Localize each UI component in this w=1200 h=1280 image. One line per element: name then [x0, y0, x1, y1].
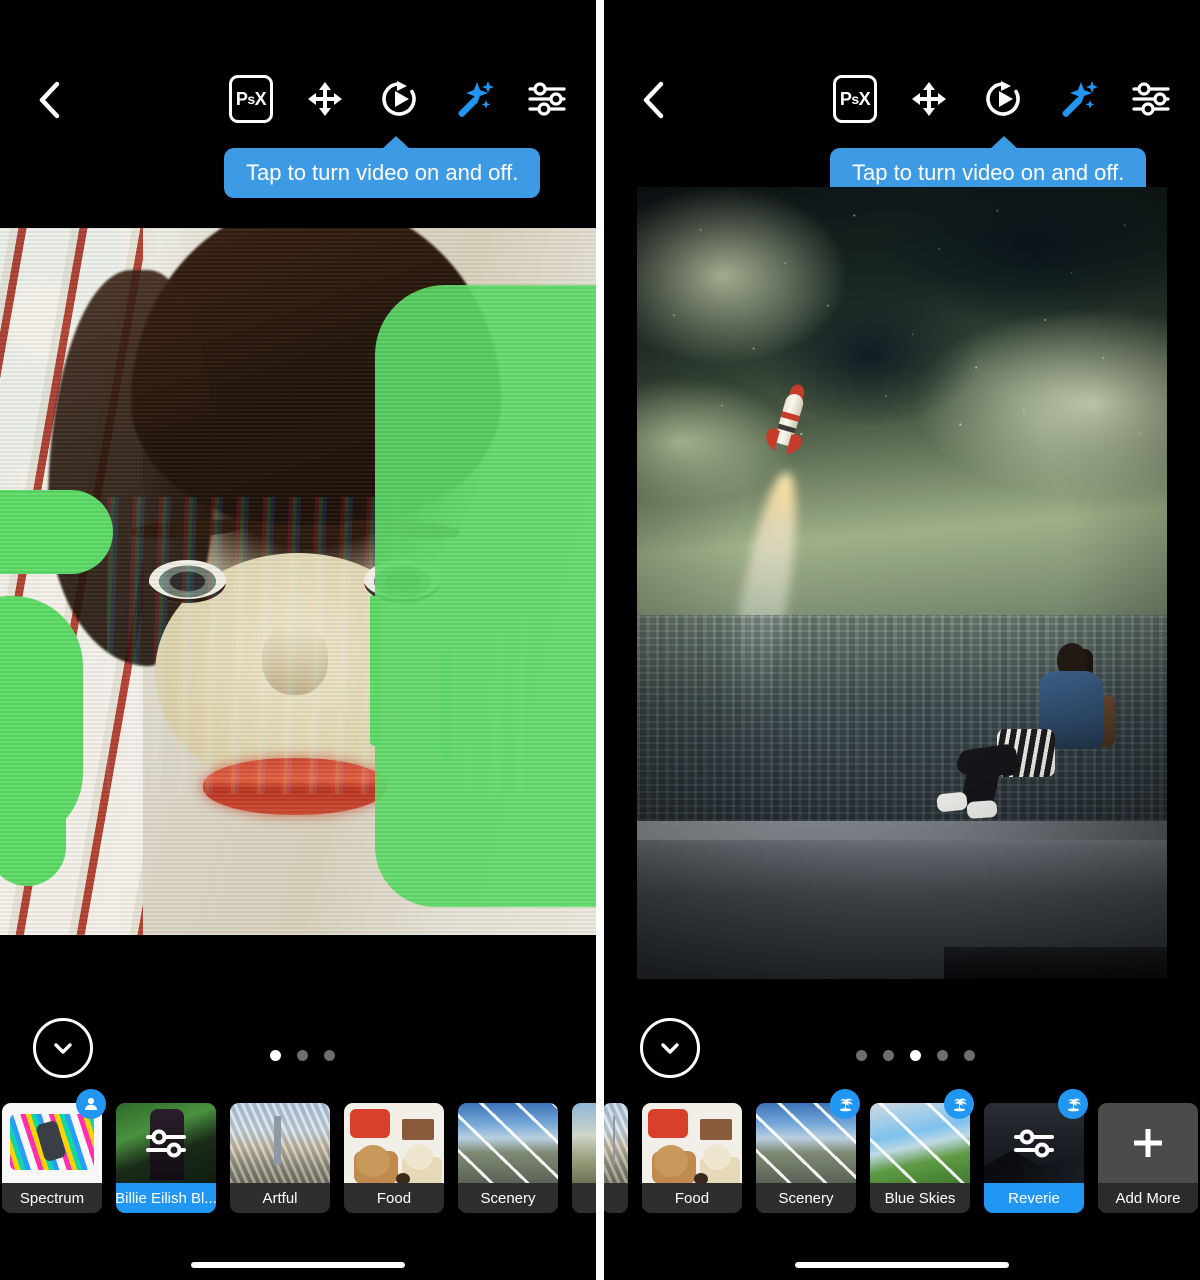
- pagination-dot[interactable]: [964, 1050, 975, 1061]
- look-label: Food: [344, 1183, 444, 1213]
- look-label: Scenery: [458, 1183, 558, 1213]
- collapse-panel-button[interactable]: [640, 1018, 700, 1078]
- rocket-skyline-artwork: [637, 187, 1167, 979]
- scanline-overlay: [0, 228, 596, 935]
- look-label: [604, 1183, 628, 1213]
- chevron-down-icon: [54, 1043, 72, 1054]
- look-preview-image: [604, 1103, 628, 1183]
- add-more-button[interactable]: Add More: [1098, 1089, 1198, 1213]
- tooltip-text: Tap to turn video on and off.: [852, 160, 1125, 185]
- vignette-overlay: [637, 187, 1167, 979]
- home-indicator: [795, 1262, 1009, 1268]
- looks-thumbnail-strip[interactable]: Spectrum Billie Eilish Bl... Artful Food…: [0, 1089, 596, 1219]
- look-thumbnail[interactable]: Artful: [230, 1089, 330, 1213]
- psx-logo-icon[interactable]: PsX: [228, 75, 274, 123]
- panel-divider: [596, 0, 604, 1280]
- palm-tree-icon: [944, 1089, 974, 1119]
- tooltip-text: Tap to turn video on and off.: [246, 160, 519, 185]
- plus-icon: [1098, 1103, 1198, 1183]
- pagination-dot[interactable]: [324, 1050, 335, 1061]
- look-thumbnail-partial[interactable]: [572, 1089, 596, 1213]
- screenshot-stage: PsX Tap to turn video on and off. Spectr…: [0, 0, 1200, 1280]
- look-thumbnail[interactable]: Scenery: [458, 1089, 558, 1213]
- adjust-sliders-icon[interactable]: [524, 76, 570, 122]
- look-label: Food: [642, 1183, 742, 1213]
- look-preview-image: [572, 1103, 596, 1183]
- collapse-panel-button[interactable]: [33, 1018, 93, 1078]
- pagination-dot[interactable]: [270, 1050, 281, 1061]
- looks-thumbnail-strip[interactable]: Food Scenery Blue Skies Reverie Add More: [604, 1089, 1200, 1219]
- look-label: Add More: [1098, 1183, 1198, 1213]
- look-thumbnail[interactable]: Reverie: [984, 1089, 1088, 1213]
- chevron-left-icon: [39, 81, 60, 119]
- pagination-dot[interactable]: [856, 1050, 867, 1061]
- look-thumbnail[interactable]: Food: [642, 1089, 742, 1213]
- phone-screenshot-right: PsX Tap to turn video on and off. Food S…: [604, 0, 1200, 1280]
- chevron-down-icon: [661, 1043, 679, 1054]
- toolbar-icon-row: PsX: [832, 75, 1174, 123]
- pagination-dot[interactable]: [910, 1050, 921, 1061]
- look-label: Scenery: [756, 1183, 856, 1213]
- look-preview-image: [642, 1103, 742, 1183]
- tooltip-arrow: [990, 136, 1018, 149]
- toolbar-icon-row: PsX: [228, 75, 570, 123]
- palm-tree-icon: [1058, 1089, 1088, 1119]
- move-icon[interactable]: [906, 76, 952, 122]
- pagination-dots[interactable]: [270, 1050, 335, 1061]
- look-label: Spectrum: [2, 1183, 102, 1213]
- look-preview-image: [230, 1103, 330, 1183]
- look-label: Billie Eilish Bl...: [116, 1183, 216, 1213]
- adjust-sliders-icon[interactable]: [1128, 76, 1174, 122]
- pagination-dots[interactable]: [856, 1050, 975, 1061]
- pagination-dot[interactable]: [937, 1050, 948, 1061]
- sliders-icon: [116, 1103, 216, 1183]
- person-icon: [76, 1089, 106, 1119]
- home-indicator: [191, 1262, 405, 1268]
- tooltip-arrow: [382, 136, 410, 149]
- look-thumbnail-partial[interactable]: [604, 1089, 628, 1213]
- look-label: Reverie: [984, 1183, 1084, 1213]
- video-tooltip: Tap to turn video on and off.: [224, 136, 541, 198]
- look-preview-image: [344, 1103, 444, 1183]
- look-preview-image: [458, 1103, 558, 1183]
- move-icon[interactable]: [302, 76, 348, 122]
- look-thumbnail[interactable]: Scenery: [756, 1089, 860, 1213]
- magic-wand-icon[interactable]: [450, 76, 496, 122]
- look-thumbnail[interactable]: Spectrum: [2, 1089, 106, 1213]
- video-toggle-icon[interactable]: [376, 76, 422, 122]
- image-canvas-left[interactable]: [0, 228, 596, 935]
- phone-screenshot-left: PsX Tap to turn video on and off. Spectr…: [0, 0, 596, 1280]
- back-button[interactable]: [632, 78, 676, 122]
- back-button[interactable]: [28, 78, 72, 122]
- look-thumbnail[interactable]: Blue Skies: [870, 1089, 974, 1213]
- look-thumbnail[interactable]: Food: [344, 1089, 444, 1213]
- portrait-artwork: [0, 228, 596, 935]
- look-label: Artful: [230, 1183, 330, 1213]
- psx-logo-icon[interactable]: PsX: [832, 75, 878, 123]
- look-thumbnail[interactable]: Billie Eilish Bl...: [116, 1089, 216, 1213]
- pagination-dot[interactable]: [297, 1050, 308, 1061]
- video-toggle-icon[interactable]: [980, 76, 1026, 122]
- look-label: Blue Skies: [870, 1183, 970, 1213]
- pagination-dot[interactable]: [883, 1050, 894, 1061]
- chevron-left-icon: [643, 81, 664, 119]
- palm-tree-icon: [830, 1089, 860, 1119]
- image-canvas-right[interactable]: [637, 187, 1167, 979]
- magic-wand-icon[interactable]: [1054, 76, 1100, 122]
- look-label: [572, 1183, 596, 1213]
